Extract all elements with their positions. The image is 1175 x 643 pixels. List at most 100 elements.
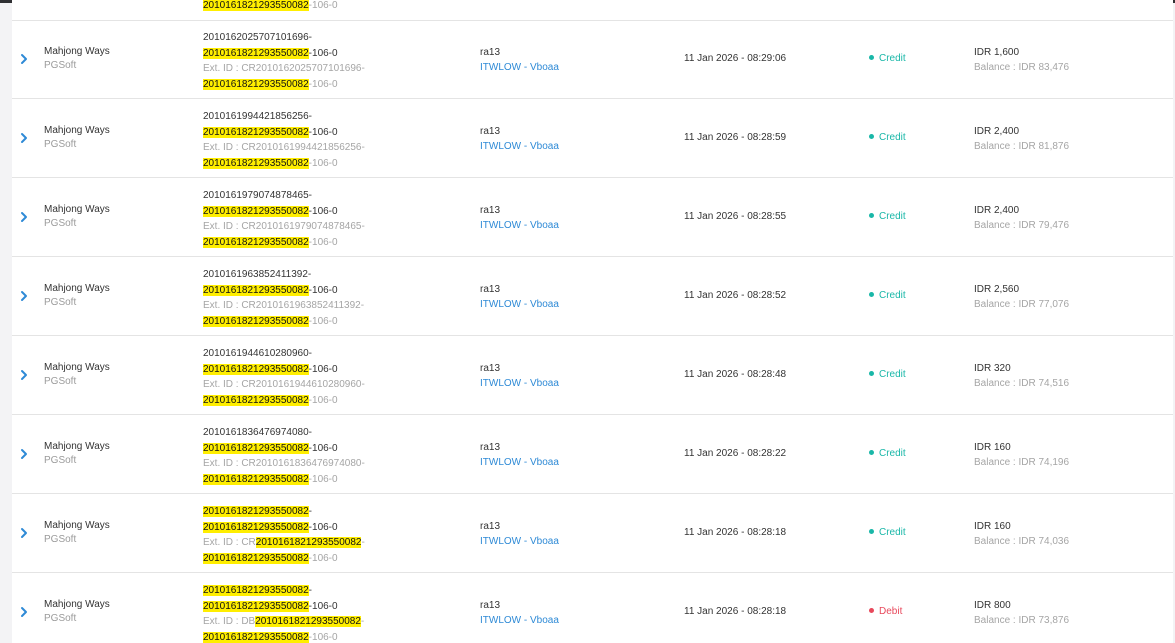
amount-cell: IDR 320 Balance : IDR 74,516 [974, 361, 1069, 391]
highlight-match: 2010161821293550082 [203, 78, 309, 90]
expand-row-button[interactable] [17, 52, 31, 66]
transaction-datetime: 11 Jan 2026 - 08:28:18 [684, 606, 787, 617]
transaction-datetime: 11 Jan 2026 - 08:28:18 [684, 527, 787, 538]
chevron-right-icon [21, 291, 27, 301]
user-cell: ra13 ITWLOW - Vboaa [480, 203, 559, 233]
agent-link[interactable]: ITWLOW - Vboaa [480, 297, 559, 312]
table-row[interactable]: Mahjong Ways PGSoft 2010162025707101696- 20… [12, 20, 1173, 99]
balance: Balance : IDR 83,476 [974, 62, 1070, 73]
expand-row-button[interactable] [17, 131, 31, 145]
game-name: Mahjong Ways [44, 125, 110, 136]
chevron-right-icon [21, 528, 27, 538]
username: ra13 [480, 442, 501, 453]
agent-link[interactable]: ITWLOW - Vboaa [480, 534, 559, 549]
table-row[interactable]: Mahjong Ways PGSoft 2010161821293550082- 20… [12, 494, 1173, 573]
external-id: Ext. ID : DB2010161821293550082- [203, 616, 365, 627]
status-dot-icon [869, 212, 874, 218]
balance: Balance : IDR 74,036 [974, 536, 1070, 547]
expand-row-button[interactable] [17, 210, 31, 224]
balance: Balance : IDR 74,516 [974, 378, 1070, 389]
username: ra13 [480, 126, 501, 137]
expand-row-button[interactable] [17, 368, 31, 382]
game-cell: Mahjong Ways PGSoft [44, 45, 110, 73]
table-row-partial: 2010161821293550082-106-0 [12, 0, 1173, 21]
table-row[interactable]: Mahjong Ways PGSoft 2010161994421856256- 20… [12, 99, 1173, 178]
status-badge: Credit [869, 527, 906, 538]
status-dot-icon [869, 54, 874, 60]
expand-row-button[interactable] [17, 289, 31, 303]
external-id: Ext. ID : CR2010161944610280960- [203, 379, 365, 390]
highlight-match: 2010161821293550082 [203, 600, 309, 612]
agent-link[interactable]: ITWLOW - Vboaa [480, 60, 559, 75]
table-row[interactable]: Mahjong Ways PGSoft 2010161821293550082- 20… [12, 573, 1173, 643]
balance: Balance : IDR 79,476 [974, 220, 1070, 231]
balance: Balance : IDR 73,876 [974, 615, 1070, 626]
expand-row-button[interactable] [17, 526, 31, 540]
amount-cell: IDR 2,400 Balance : IDR 79,476 [974, 203, 1069, 233]
table-row[interactable]: Mahjong Ways PGSoft 2010161963852411392- 20… [12, 257, 1173, 336]
agent-link[interactable]: ITWLOW - Vboaa [480, 613, 559, 628]
user-cell: ra13 ITWLOW - Vboaa [480, 124, 559, 154]
highlight-match: 2010161821293550082 [203, 236, 309, 248]
agent-link[interactable]: ITWLOW - Vboaa [480, 376, 559, 391]
highlight-match: 2010161821293550082 [203, 126, 309, 138]
highlight-match: 2010161821293550082 [203, 442, 309, 454]
status-dot-icon [869, 370, 874, 376]
amount-cell: IDR 2,560 Balance : IDR 77,076 [974, 282, 1069, 312]
user-cell: ra13 ITWLOW - Vboaa [480, 440, 559, 470]
highlight-match: 2010161821293550082 [203, 631, 309, 643]
game-cell: Mahjong Ways PGSoft [44, 124, 110, 152]
table-row[interactable]: Mahjong Ways PGSoft 2010161944610280960- 20… [12, 336, 1173, 415]
game-cell: Mahjong Ways PGSoft [44, 203, 110, 231]
game-name: Mahjong Ways [44, 46, 110, 57]
amount: IDR 800 [974, 600, 1011, 611]
amount-cell: IDR 2,400 Balance : IDR 81,876 [974, 124, 1069, 154]
game-provider: PGSoft [44, 60, 77, 71]
highlight-match: 2010161821293550082 [203, 363, 309, 375]
amount: IDR 160 [974, 521, 1011, 532]
highlight-match: 2010161821293550082 [203, 473, 309, 485]
transaction-id: 2010161979074878465- 2010161821293550082-… [203, 188, 433, 250]
status-dot-icon [869, 449, 874, 455]
agent-link[interactable]: ITWLOW - Vboaa [480, 455, 559, 470]
table-row[interactable]: Mahjong Ways PGSoft 2010161836476974080- 20… [12, 415, 1173, 494]
status-badge: Debit [869, 606, 902, 617]
transaction-list: 2010161821293550082-106-0 Mahjong Ways PG… [12, 0, 1173, 643]
chevron-right-icon [21, 54, 27, 64]
agent-link[interactable]: ITWLOW - Vboaa [480, 139, 559, 154]
status-badge: Credit [869, 132, 906, 143]
username: ra13 [480, 363, 501, 374]
table-row[interactable]: Mahjong Ways PGSoft 2010161979074878465- 20… [12, 178, 1173, 257]
username: ra13 [480, 205, 501, 216]
username: ra13 [480, 284, 501, 295]
expand-row-button[interactable] [17, 605, 31, 619]
transaction-datetime: 11 Jan 2026 - 08:28:55 [684, 211, 787, 222]
game-name: Mahjong Ways [44, 362, 110, 373]
game-provider: PGSoft [44, 218, 77, 229]
chevron-right-icon [21, 607, 27, 617]
highlight-match: 2010161821293550082 [203, 47, 309, 59]
status-dot-icon [869, 607, 874, 613]
amount-cell: IDR 160 Balance : IDR 74,036 [974, 519, 1069, 549]
external-id: Ext. ID : CR2010161963852411392- [203, 300, 365, 311]
transaction-datetime: 11 Jan 2026 - 08:28:52 [684, 290, 787, 301]
highlight-match: 2010161821293550082 [203, 284, 309, 296]
status-badge: Credit [869, 448, 906, 459]
external-id: Ext. ID : CR2010161821293550082- [203, 537, 365, 548]
balance: Balance : IDR 74,196 [974, 457, 1070, 468]
expand-row-button[interactable] [17, 447, 31, 461]
highlight-match: 2010161821293550082 [203, 521, 309, 533]
amount-cell: IDR 800 Balance : IDR 73,876 [974, 598, 1069, 628]
highlight-match: 2010161821293550082 [255, 537, 362, 548]
game-provider: PGSoft [44, 455, 77, 466]
agent-link[interactable]: ITWLOW - Vboaa [480, 218, 559, 233]
game-provider: PGSoft [44, 297, 77, 308]
transaction-id: 2010161944610280960- 2010161821293550082-… [203, 346, 433, 408]
highlight-match: 2010161821293550082 [203, 506, 309, 517]
user-cell: ra13 ITWLOW - Vboaa [480, 361, 559, 391]
user-cell: ra13 ITWLOW - Vboaa [480, 519, 559, 549]
transaction-id: 2010162025707101696- 2010161821293550082-… [203, 30, 433, 92]
game-provider: PGSoft [44, 613, 77, 624]
highlight-match: 2010161821293550082 [203, 585, 309, 596]
transaction-datetime: 11 Jan 2026 - 08:28:48 [684, 369, 787, 380]
